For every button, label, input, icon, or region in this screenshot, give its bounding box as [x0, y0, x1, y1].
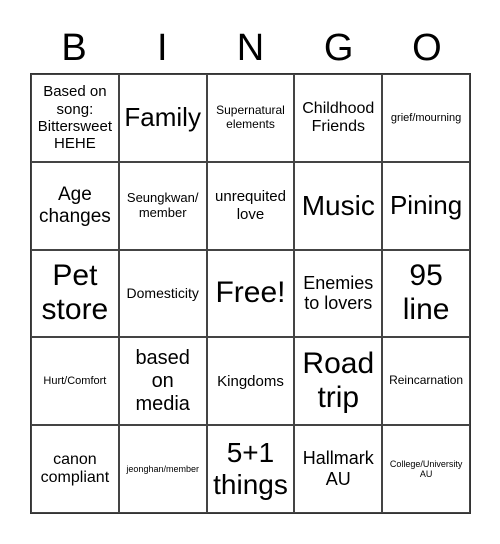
bingo-cell[interactable]: Supernatural elements [206, 74, 295, 162]
bingo-cell[interactable]: Age changes [31, 161, 119, 250]
header-letter: N [236, 27, 265, 69]
bingo-cell[interactable]: Kingdoms [206, 337, 295, 426]
bingo-cell[interactable]: Enemies to lovers [294, 249, 383, 338]
header-letter: B [61, 27, 87, 69]
header-letter: G [323, 27, 354, 69]
header-letter: O [412, 27, 442, 69]
bingo-cell[interactable]: Hallmark AU [294, 425, 383, 513]
bingo-cell[interactable]: Music [294, 161, 383, 250]
bingo-cell[interactable]: Pining [382, 161, 470, 250]
bingo-cell[interactable]: Reincarnation [382, 337, 470, 426]
bingo-cell[interactable]: 95 line [382, 249, 470, 338]
bingo-cell[interactable]: 5+1 things [206, 425, 295, 513]
bingo-cell[interactable]: grief/mourning [382, 74, 470, 162]
bingo-cell[interactable]: Domesticity [118, 249, 207, 338]
bingo-cell[interactable]: Based on song: Bittersweet HEHE [31, 74, 119, 162]
bingo-cell[interactable]: Hurt/Comfort [31, 337, 119, 426]
bingo-header: B I N G O [30, 24, 471, 72]
bingo-cell[interactable]: Road trip [294, 337, 383, 426]
bingo-cell[interactable]: based on media [118, 337, 207, 426]
bingo-cell[interactable]: jeonghan/member [118, 425, 207, 513]
bingo-cell[interactable]: unrequited love [206, 161, 295, 250]
bingo-cell[interactable]: College/University AU [382, 425, 470, 513]
header-letter: I [157, 27, 168, 69]
bingo-cell[interactable]: Childhood Friends [294, 74, 383, 162]
bingo-cell[interactable]: Seungkwan/ member [118, 161, 207, 250]
bingo-card: Based on song: Bittersweet HEHE Family S… [30, 73, 471, 514]
free-space-cell[interactable]: Free! [206, 249, 295, 338]
bingo-cell[interactable]: Pet store [31, 249, 119, 338]
bingo-cell[interactable]: canon compliant [31, 425, 119, 513]
bingo-cell[interactable]: Family [118, 74, 207, 162]
